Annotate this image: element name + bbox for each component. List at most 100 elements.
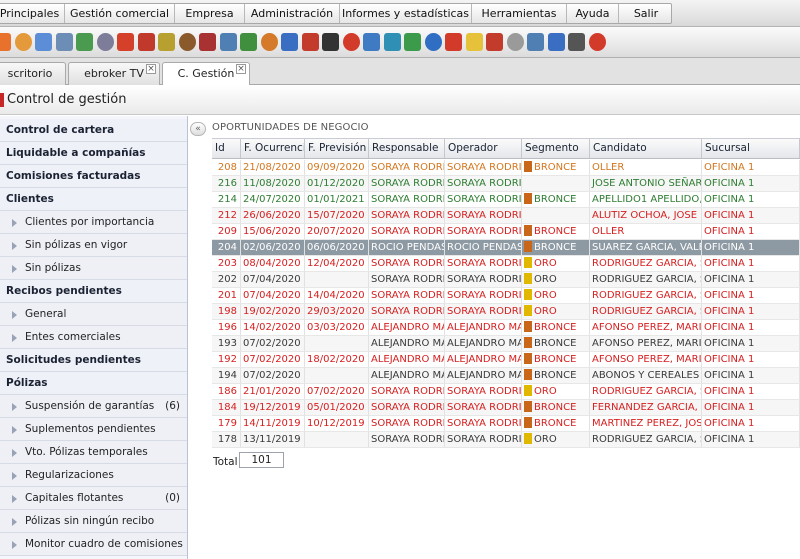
pencil-icon[interactable] [158,33,175,51]
sidebar-item-regularizaciones[interactable]: Regularizaciones [0,464,187,487]
user-orange-icon[interactable] [14,33,32,51]
close-icon[interactable]: × [146,64,156,74]
diamond-icon[interactable] [383,33,401,51]
sidebar-item-polizas-sin-ningun-recibo[interactable]: Pólizas sin ningún recibo [0,510,187,533]
collapse-sidebar-button[interactable]: « [190,122,206,136]
sidebar-item-vto-polizas-temporales[interactable]: Vto. Pólizas temporales [0,441,187,464]
menu-item-administracion[interactable]: Administración [245,4,340,23]
sidebar-item-capitales-flotantes[interactable]: Capitales flotantes (0) [0,487,187,510]
menu-item-salir[interactable]: Salir [619,4,673,23]
home-icon[interactable] [0,33,11,51]
bulb-icon[interactable] [465,33,483,51]
arrows-icon[interactable] [219,33,237,51]
cell-operador: SORAYA RODRIGUEZ [445,160,522,175]
column-header-f-prevision[interactable]: F. Previsión [305,139,369,158]
table-row[interactable]: 203 08/04/2020 12/04/2020 SORAYA RODRIGUEZS… [212,256,800,272]
help-icon[interactable] [588,33,606,51]
case-icon[interactable] [199,33,216,51]
sidebar-item-monitor-cuadro-de-comisiones[interactable]: Monitor cuadro de comisiones [0,533,187,556]
close-icon[interactable]: × [236,64,246,74]
notepad-icon[interactable] [506,33,524,51]
sidebar-item-polizas[interactable]: Pólizas [0,372,187,395]
sidebar-item-recibos-pendientes[interactable]: Recibos pendientes [0,280,187,303]
sidebar-item-entes-comerciales[interactable]: Entes comerciales [0,326,187,349]
euro-icon[interactable] [301,33,319,51]
cell-id: 178 [212,432,241,447]
globe-red-icon[interactable] [342,33,360,51]
column-header-responsable[interactable]: Responsable [369,139,445,158]
sidebar-item-clientes[interactable]: Clientes [0,188,187,211]
sidebar-item-suplementos-pendientes[interactable]: Suplementos pendientes [0,418,187,441]
sidebar-item-liquidable-a-companias[interactable]: Liquidable a compañías [0,142,187,165]
menu-bar: Principales Gestión comercial Empresa Admin… [0,0,800,27]
table-row[interactable]: 179 14/11/2019 10/12/2019 SORAYA RODRIGUEZS… [212,416,800,432]
sidebar-item-clientes-por-importancia[interactable]: Clientes por importancia [0,211,187,234]
user-blue-icon[interactable] [35,33,52,51]
table-row[interactable]: 19207/02/202018/02/2020ALEJANDRO MARTINA… [212,352,800,368]
edit-doc-icon[interactable] [527,33,544,51]
tools-icon[interactable] [568,33,585,51]
cell-text: RODRIGUEZ GARCIA, SOR [592,306,701,317]
eye-icon[interactable] [322,33,339,51]
sidebar-item-sin-polizas[interactable]: Sin pólizas [0,257,187,280]
table-row[interactable]: 202 07/04/2020 SORAYA RODRIGUEZSORAYA RODR… [212,272,800,288]
cell-sucursal: OFICINA 1 [702,432,800,447]
briefcase-icon[interactable] [178,33,196,51]
column-header-candidato[interactable]: Candidato [590,139,702,158]
column-header-id[interactable]: Id [212,139,241,158]
table-row[interactable]: 19614/02/202003/03/2020ALEJANDRO MARTINA… [212,320,800,336]
cell-responsable: SORAYA RODRIGUEZ [369,208,445,223]
cell-prevision [305,432,369,447]
table-row[interactable]: 193 07/02/2020 ALEJANDRO MARTINALEJANDRO M… [212,336,800,352]
menu-item-empresa[interactable]: Empresa [175,4,245,23]
cell-text: 19/12/2019 [243,402,301,413]
table-row[interactable]: 212 26/06/2020 15/07/2020 SORAYA RODRIGUEZS… [212,208,800,224]
column-header-f-ocurrencia[interactable]: F. Ocurrencia [241,139,305,158]
sidebar-item-comisiones-facturadas[interactable]: Comisiones facturadas [0,165,187,188]
table-row[interactable]: 186 21/01/2020 07/02/2020 SORAYA RODRIGUEZS… [212,384,800,400]
browser-icon[interactable] [424,33,442,51]
sidebar-item-suspension-de-garantias[interactable]: Suspensión de garantías (6) [0,395,187,418]
tab-ebroker-tv[interactable]: ebroker TV × [68,62,160,85]
menu-item-gestion-comercial[interactable]: Gestión comercial [65,4,175,23]
table-row[interactable]: 209 15/06/2020 20/07/2020 SORAYA RODRIGUEZS… [212,224,800,240]
shield-icon[interactable] [404,33,421,51]
table-row[interactable]: 216 11/08/2020 01/12/2020 SORAYA RODRIGUEZS… [212,176,800,192]
column-header-operador[interactable]: Operador [445,139,522,158]
document-green-icon[interactable] [240,33,257,51]
table-row[interactable]: 184 19/12/2019 05/01/2020 SORAYA RODRIGUEZS… [212,400,800,416]
table-row[interactable]: 194 07/02/2020 ALEJANDRO MARTINALEJANDRO M… [212,368,800,384]
grid-icon[interactable] [76,33,93,51]
column-header-sucursal[interactable]: Sucursal [702,139,800,158]
globe-blue-icon[interactable] [363,33,380,51]
google-icon[interactable] [445,33,462,51]
menu-item-principales[interactable]: Principales [0,4,65,23]
menu-item-informes-y-estadisticas[interactable]: Informes y estadísticas [340,4,472,23]
table-row[interactable]: 178 13/11/2019 SORAYA RODRIGUEZSORAYA RODR… [212,432,800,448]
table-row[interactable]: 208 21/08/2020 09/09/2020 SORAYA RODRIGUEZS… [212,160,800,176]
sidebar-item-sin-polizas-en-vigor[interactable]: Sin pólizas en vigor [0,234,187,257]
calendar-icon[interactable] [55,33,73,51]
agenda-icon[interactable] [96,33,114,51]
menu-item-herramientas[interactable]: Herramientas [472,4,567,23]
tab-c-gestion[interactable]: C. Gestión × [162,62,250,86]
pdf-icon[interactable] [486,33,503,51]
target-icon[interactable] [137,33,155,51]
table-row[interactable]: 201 07/04/2020 14/04/2020 SORAYA RODRIGUEZS… [212,288,800,304]
table-row[interactable]: 214 24/07/2020 01/01/2021 SORAYA RODRIGUEZS… [212,192,800,208]
sidebar-item-control-de-cartera[interactable]: Control de cartera [0,119,187,142]
phone-icon[interactable] [547,33,565,51]
menu-item-ayuda[interactable]: Ayuda [567,4,619,23]
table-row[interactable]: 204 02/06/2020 06/06/2020 ROCIO PENDAS ROCIO… [212,240,800,256]
sidebar-item-solicitudes-pendientes[interactable]: Solicitudes pendientes [0,349,187,372]
tab-scritorio[interactable]: scritorio [0,62,66,85]
cell-sucursal: OFICINA 1 [702,240,800,255]
cell-text: 07/02/2020 [243,370,301,381]
sidebar-item-general[interactable]: General [0,303,187,326]
cell-id: 208 [212,160,241,175]
network-icon[interactable] [281,33,298,51]
table-row[interactable]: 198 19/02/2020 29/03/2020 SORAYA RODRIGUEZS… [212,304,800,320]
fire-icon[interactable] [117,33,134,51]
people-icon[interactable] [260,33,278,51]
column-header-segmento[interactable]: Segmento [522,139,590,158]
